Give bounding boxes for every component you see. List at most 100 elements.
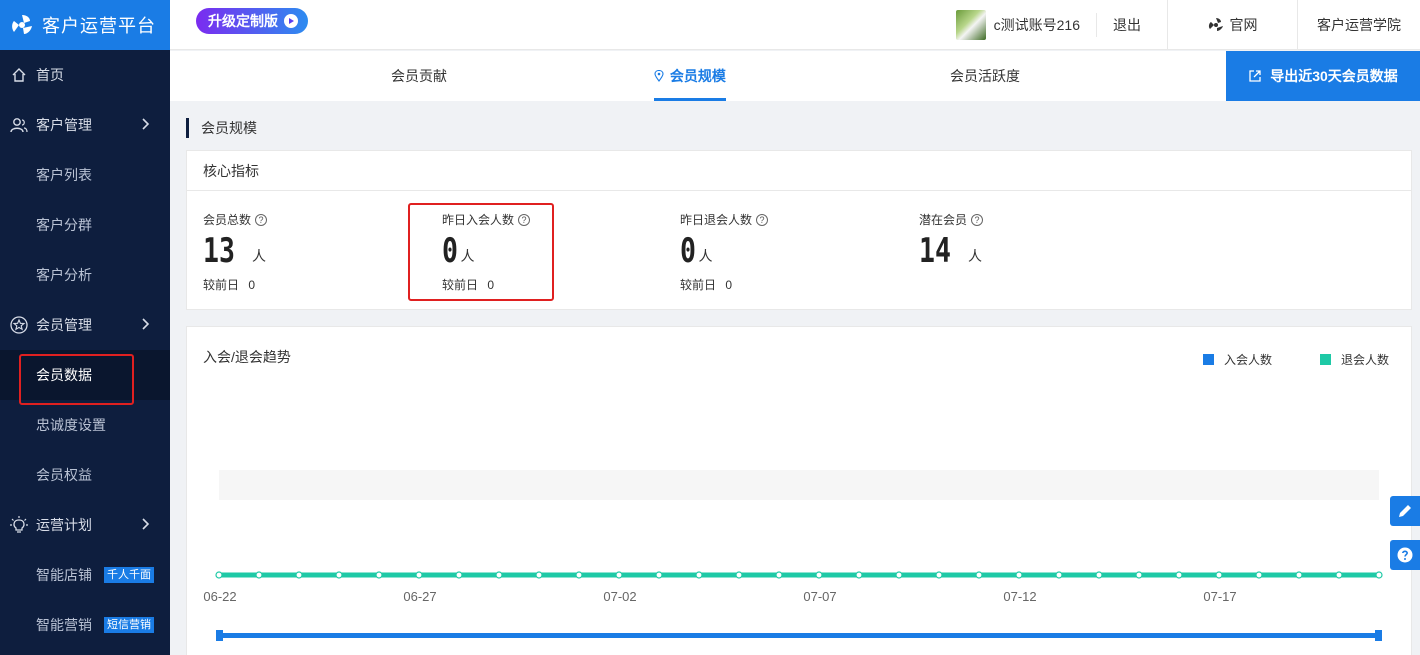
pencil-icon [1399, 505, 1411, 517]
metric-total-members: 会员总数 ? 13 人 较前日 0 [203, 211, 268, 293]
top-right-menu: c测试账号216 退出 官网 客户运营学院 [955, 0, 1420, 50]
metric-label: 潜在会员 [919, 213, 968, 227]
data-point [655, 571, 663, 579]
trend-chart: 06-22 06-27 07-02 07-07 07-12 07-17 [203, 470, 1383, 641]
sidebar-item-label: 会员管理 [36, 317, 92, 333]
data-point [375, 571, 383, 579]
personalization-badge: 千人千面 [104, 567, 154, 583]
sidebar-item-label: 智能营销 [36, 617, 92, 633]
help-float-button[interactable] [1390, 540, 1420, 570]
sidebar-item-smart-store[interactable]: 智能店铺 千人千面 [0, 550, 170, 600]
tab-bar: 会员贡献 会员规模 会员活跃度 导出近30天会员数据 [170, 51, 1420, 101]
section-title: 会员规模 [186, 118, 257, 138]
metric-value: 13 [203, 231, 235, 271]
data-point [1015, 571, 1023, 579]
export-label: 导出近30天会员数据 [1270, 68, 1398, 84]
data-point [1175, 571, 1183, 579]
tab-label: 会员活跃度 [950, 68, 1020, 84]
data-point [1255, 571, 1263, 579]
home-icon [10, 66, 28, 84]
data-point [415, 571, 423, 579]
sidebar-item-home[interactable]: 首页 [0, 50, 170, 100]
x-tick-label: 07-12 [1003, 589, 1036, 604]
metric-compare-label: 较前日 [203, 278, 240, 292]
top-bar: 升级定制版 c测试账号216 退出 官网 客户运营学院 [170, 0, 1420, 50]
academy-link[interactable]: 客户运营学院 [1298, 0, 1420, 50]
data-point [615, 571, 623, 579]
upgrade-button[interactable]: 升级定制版 [196, 8, 308, 34]
users-icon [10, 116, 28, 134]
data-point [1295, 571, 1303, 579]
academy-label: 客户运营学院 [1317, 17, 1401, 33]
edit-float-button[interactable] [1390, 496, 1420, 526]
help-icon[interactable]: ? [756, 213, 769, 226]
location-pin-icon [654, 69, 664, 82]
sidebar-item-customer-analysis[interactable]: 客户分析 [0, 250, 170, 300]
sidebar-item-member-benefits[interactable]: 会员权益 [0, 450, 170, 500]
data-point [255, 571, 263, 579]
metric-unit: 人 [967, 248, 982, 264]
sidebar-item-member-management[interactable]: 会员管理 [0, 300, 170, 350]
help-icon[interactable]: ? [971, 213, 984, 226]
trend-chart-card: 入会/退会趋势 入会人数 退会人数 06-22 06-27 07-02 07-07 07… [186, 326, 1412, 655]
external-link-icon [1249, 70, 1261, 82]
sidebar-item-label: 忠诚度设置 [36, 417, 106, 433]
data-point [1095, 571, 1103, 579]
official-site-link[interactable]: 官网 [1168, 0, 1298, 50]
range-slider-bar [219, 633, 1379, 638]
data-point [735, 571, 743, 579]
bulb-icon [10, 516, 28, 534]
data-point [1055, 571, 1063, 579]
logout-link[interactable]: 退出 [1097, 0, 1168, 50]
sidebar-item-customer-management[interactable]: 客户管理 [0, 100, 170, 150]
data-point [1335, 571, 1343, 579]
sidebar-item-operation-plan[interactable]: 运营计划 [0, 500, 170, 550]
sidebar-item-label: 智能店铺 [36, 567, 92, 583]
avatar [955, 10, 986, 40]
question-icon [1397, 547, 1413, 563]
data-point [775, 571, 783, 579]
sidebar: 客户运营平台 首页 客户管理 客户列表 客户分群 客户分析 会员管理 会员数据 … [0, 0, 170, 655]
metric-unit: 人 [251, 248, 266, 264]
sidebar-item-label: 首页 [36, 67, 64, 83]
sidebar-item-smart-marketing[interactable]: 智能营销 短信营销 [0, 600, 170, 650]
data-point [215, 571, 223, 579]
sidebar-item-customer-groups[interactable]: 客户分群 [0, 200, 170, 250]
metric-label: 昨日退会人数 [680, 213, 753, 227]
sidebar-item-label: 会员权益 [36, 467, 92, 483]
sidebar-item-label: 客户列表 [36, 167, 92, 183]
metric-compare-label: 较前日 [680, 278, 717, 292]
tab-member-activity[interactable]: 会员活跃度 [950, 51, 1020, 101]
account-name: c测试账号216 [993, 17, 1080, 33]
data-point [975, 571, 983, 579]
logout-label: 退出 [1113, 17, 1141, 33]
sidebar-item-customer-list[interactable]: 客户列表 [0, 150, 170, 200]
sidebar-item-loyalty-settings[interactable]: 忠诚度设置 [0, 400, 170, 450]
upgrade-label: 升级定制版 [208, 13, 278, 29]
data-point [535, 571, 543, 579]
metric-value: 0 [680, 231, 696, 271]
help-icon[interactable]: ? [255, 213, 268, 226]
highlight-box-member-data [19, 354, 134, 405]
data-point [335, 571, 343, 579]
site-logo-icon [1208, 18, 1223, 31]
core-metrics-card: 核心指标 会员总数 ? 13 人 较前日 0 昨日入会人数 ? 0 人 较前日 … [186, 150, 1412, 310]
core-metrics-title: 核心指标 [187, 151, 1411, 191]
data-point [895, 571, 903, 579]
metric-unit: 人 [698, 248, 713, 264]
sidebar-item-label: 客户管理 [36, 117, 92, 133]
sms-marketing-badge: 短信营销 [104, 617, 154, 633]
play-icon [284, 14, 298, 28]
plot-band [219, 470, 1379, 500]
export-30-days-button[interactable]: 导出近30天会员数据 [1226, 51, 1420, 101]
x-tick-label: 06-22 [203, 589, 236, 604]
x-tick-label: 07-07 [803, 589, 836, 604]
tab-member-contribution[interactable]: 会员贡献 [391, 51, 447, 101]
tab-member-scale[interactable]: 会员规模 [654, 51, 726, 101]
data-point [575, 571, 583, 579]
metric-yesterday-left: 昨日退会人数 ? 0 人 较前日 0 [680, 211, 769, 293]
metric-potential-members: 潜在会员 ? 14 人 [919, 211, 984, 270]
account-info[interactable]: c测试账号216 [955, 10, 1097, 40]
brand[interactable]: 客户运营平台 [0, 0, 170, 50]
data-point [695, 571, 703, 579]
